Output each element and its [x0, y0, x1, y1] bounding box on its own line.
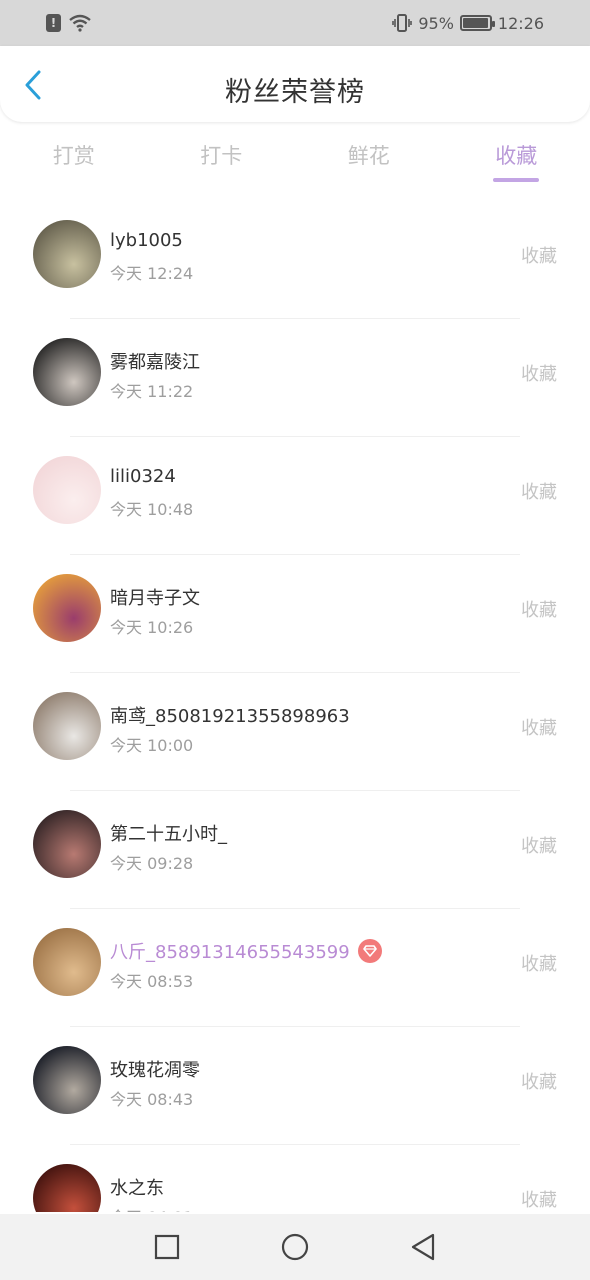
- tab-checkin[interactable]: 打卡: [148, 126, 296, 202]
- row-divider: [70, 554, 520, 555]
- list-item[interactable]: lyb1005 今天 12:24 收藏: [0, 200, 590, 318]
- list-item[interactable]: 暗月寺子文今天 10:26 收藏: [0, 554, 590, 672]
- name-line: lili0324: [110, 466, 176, 487]
- name-line: 暗月寺子文: [110, 584, 200, 610]
- tab-bar: 打赏 打卡 鲜花 收藏: [0, 126, 590, 202]
- user-name: 玫瑰花凋零: [110, 1060, 200, 1081]
- timestamp: 今天 10:00: [110, 736, 194, 755]
- user-name: 第二十五小时_: [110, 824, 227, 845]
- status-right: 95% 12:26: [392, 14, 544, 33]
- vibrate-icon: [392, 14, 413, 32]
- list-item[interactable]: 雾都嘉陵江今天 11:22 收藏: [0, 318, 590, 436]
- list-item[interactable]: 水之东今天 04:01 收藏: [0, 1144, 590, 1212]
- avatar[interactable]: [33, 1164, 101, 1212]
- name-line: 八斤_85891314655543599: [110, 938, 382, 964]
- avatar[interactable]: [33, 456, 101, 524]
- tab-label: 打赏: [52, 144, 95, 168]
- favorite-label: 收藏: [521, 1190, 557, 1211]
- tab-flowers[interactable]: 鲜花: [295, 126, 443, 202]
- tab-label: 鲜花: [347, 144, 390, 168]
- user-name: 南鸢_85081921355898963: [110, 706, 350, 727]
- favorite-label: 收藏: [521, 1072, 557, 1093]
- diamond-badge-icon: [357, 939, 382, 963]
- list-item[interactable]: lili0324 今天 10:48 收藏: [0, 436, 590, 554]
- name-line: 水之东: [110, 1174, 164, 1200]
- user-name: 八斤_85891314655543599: [110, 942, 350, 963]
- square-icon: [154, 1234, 180, 1260]
- tab-active-indicator: [493, 178, 540, 182]
- timestamp: 今天 04:01: [110, 1204, 193, 1212]
- avatar[interactable]: [33, 220, 101, 288]
- name-line: lyb1005: [110, 230, 183, 251]
- list-item[interactable]: 第二十五小时_ 今天 09:28 收藏: [0, 790, 590, 908]
- avatar[interactable]: [33, 692, 101, 760]
- wifi-icon: [69, 14, 91, 32]
- name-line: 第二十五小时_: [110, 820, 227, 846]
- avatar[interactable]: [33, 1046, 101, 1114]
- row-divider: [70, 672, 520, 673]
- tab-label: 收藏: [495, 144, 538, 168]
- name-line: 玫瑰花凋零: [110, 1056, 200, 1082]
- row-divider: [70, 1144, 520, 1145]
- row-divider: [70, 908, 520, 909]
- tab-favorites[interactable]: 收藏: [443, 126, 590, 202]
- user-name: 水之东: [110, 1178, 164, 1199]
- avatar[interactable]: [33, 574, 101, 642]
- recents-button[interactable]: [153, 1233, 181, 1261]
- favorite-label: 收藏: [521, 600, 557, 621]
- favorite-label: 收藏: [521, 482, 557, 503]
- back-nav-button[interactable]: [409, 1233, 437, 1261]
- home-button[interactable]: [281, 1233, 309, 1261]
- battery-fill: [462, 18, 488, 28]
- fan-list: lyb1005 今天 12:24 收藏 雾都嘉陵江 今天 11:22 收藏 lili0324…: [0, 200, 590, 1212]
- timestamp: 今天 08:43: [110, 1090, 194, 1109]
- alert-icon: !: [46, 14, 61, 32]
- row-divider: [70, 318, 520, 319]
- avatar[interactable]: [33, 810, 101, 878]
- favorite-label: 收藏: [521, 954, 557, 975]
- header: 粉丝荣誉榜: [0, 46, 590, 122]
- page-title: 粉丝荣誉榜: [225, 77, 365, 108]
- timestamp: 今天 08:53: [110, 972, 194, 991]
- tab-label: 打卡: [200, 144, 243, 168]
- favorite-label: 收藏: [521, 364, 557, 385]
- favorite-label: 收藏: [521, 246, 557, 267]
- row-divider: [70, 1026, 520, 1027]
- clock: 12:26: [497, 13, 544, 33]
- status-bar: ! 95% 12:26: [0, 0, 590, 46]
- list-item[interactable]: 南鸢_85081921355898963 今天 10:00 收藏: [0, 672, 590, 790]
- favorite-label: 收藏: [521, 836, 557, 857]
- battery-icon: [459, 15, 495, 31]
- favorite-label: 收藏: [521, 718, 557, 739]
- timestamp: 今天 10:48: [110, 500, 194, 519]
- timestamp: 今天 11:22: [110, 382, 194, 401]
- status-left: !: [46, 14, 91, 32]
- list-item[interactable]: 玫瑰花凋零今天 08:43 收藏: [0, 1026, 590, 1144]
- tab-reward[interactable]: 打赏: [0, 126, 148, 202]
- list-item[interactable]: 八斤_85891314655543599 今天 08:53 收藏: [0, 908, 590, 1026]
- user-name: lyb1005: [110, 230, 183, 251]
- user-name: 暗月寺子文: [110, 588, 200, 609]
- avatar[interactable]: [33, 928, 101, 996]
- circle-icon: [281, 1233, 309, 1261]
- avatar[interactable]: [33, 338, 101, 406]
- name-line: 南鸢_85081921355898963: [110, 702, 350, 728]
- timestamp: 今天 09:28: [110, 854, 194, 873]
- battery-percent: 95%: [418, 13, 454, 33]
- user-name: lili0324: [110, 466, 176, 487]
- name-line: 雾都嘉陵江: [110, 348, 200, 374]
- system-nav-bar: [0, 1214, 590, 1280]
- timestamp: 今天 10:26: [110, 618, 194, 637]
- row-divider: [70, 436, 520, 437]
- triangle-back-icon: [411, 1233, 435, 1261]
- timestamp: 今天 12:24: [110, 264, 194, 283]
- user-name: 雾都嘉陵江: [110, 352, 200, 373]
- row-divider: [70, 790, 520, 791]
